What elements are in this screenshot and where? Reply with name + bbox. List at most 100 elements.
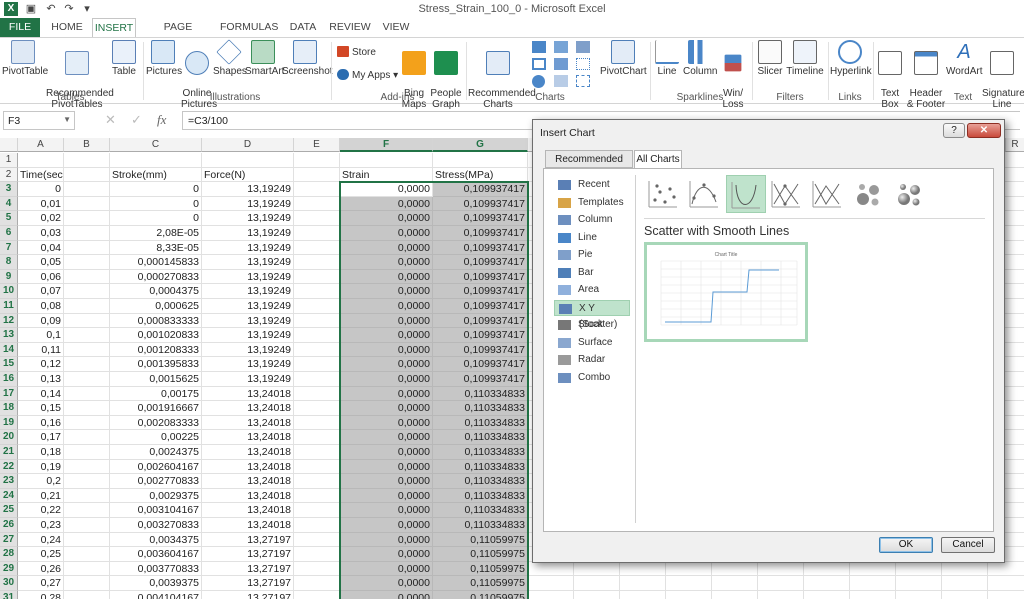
empty-cell[interactable] <box>620 561 666 577</box>
subtype-scatter-smooth-markers[interactable] <box>685 175 725 213</box>
cell-E23[interactable] <box>294 474 340 489</box>
cell-F14[interactable]: 0,0000 <box>340 342 433 358</box>
cell-G10[interactable]: 0,109937417 <box>433 284 528 299</box>
cell-D7[interactable]: 13,19249 <box>202 240 294 256</box>
cell-A1[interactable] <box>18 153 64 168</box>
cell-D2[interactable]: Force(N) <box>202 167 294 183</box>
table-button[interactable]: Table <box>110 40 138 77</box>
cell-F18[interactable]: 0,0000 <box>340 401 433 416</box>
cell-D8[interactable]: 13,19249 <box>202 255 294 270</box>
cell-E5[interactable] <box>294 211 340 226</box>
chart-type-recent[interactable]: Recent <box>554 177 630 193</box>
cell-B4[interactable] <box>64 196 110 212</box>
cell-E26[interactable] <box>294 518 340 533</box>
cell-G21[interactable]: 0,110334833 <box>433 445 528 460</box>
cell-C15[interactable]: 0,001395833 <box>110 357 202 372</box>
cell-C21[interactable]: 0,0024375 <box>110 445 202 460</box>
cell-F23[interactable]: 0,0000 <box>340 474 433 489</box>
cell-B12[interactable] <box>64 313 110 329</box>
cell-A8[interactable]: 0,05 <box>18 255 64 270</box>
empty-cell[interactable] <box>988 591 1024 599</box>
sparkline-line-button[interactable]: Line <box>652 40 682 77</box>
chart-type-area[interactable]: Area <box>554 282 630 298</box>
empty-cell[interactable] <box>574 591 620 599</box>
cell-C14[interactable]: 0,001208333 <box>110 342 202 358</box>
cell-A12[interactable]: 0,09 <box>18 313 64 329</box>
cell-G26[interactable]: 0,110334833 <box>433 518 528 533</box>
cell-D17[interactable]: 13,24018 <box>202 386 294 402</box>
empty-cell[interactable] <box>942 561 988 577</box>
cell-A11[interactable]: 0,08 <box>18 299 64 314</box>
cell-C13[interactable]: 0,001020833 <box>110 328 202 343</box>
row-header[interactable]: 9 <box>0 269 18 285</box>
cell-B9[interactable] <box>64 269 110 285</box>
pie-chart-icon[interactable] <box>532 75 545 88</box>
column-chart-icon[interactable] <box>532 41 546 53</box>
cell-E27[interactable] <box>294 532 340 548</box>
cell-G8[interactable]: 0,109937417 <box>433 255 528 270</box>
cell-F30[interactable]: 0,0000 <box>340 576 433 591</box>
cell-F11[interactable]: 0,0000 <box>340 299 433 314</box>
cell-F27[interactable]: 0,0000 <box>340 532 433 548</box>
cell-B11[interactable] <box>64 299 110 314</box>
chart-type-x-y-scatter[interactable]: X Y (Scatter) <box>554 299 630 330</box>
cell-E9[interactable] <box>294 269 340 285</box>
cell-E6[interactable] <box>294 226 340 241</box>
statistic-chart-icon[interactable] <box>554 58 568 70</box>
empty-cell[interactable] <box>850 576 896 591</box>
cell-E15[interactable] <box>294 357 340 372</box>
cell-A4[interactable]: 0,01 <box>18 196 64 212</box>
row-header[interactable]: 29 <box>0 561 18 577</box>
row-header[interactable]: 21 <box>0 445 18 460</box>
subtype-scatter-smooth-lines[interactable] <box>726 175 766 213</box>
row-header[interactable]: 18 <box>0 401 18 416</box>
cell-D1[interactable] <box>202 153 294 168</box>
cell-A7[interactable]: 0,04 <box>18 240 64 256</box>
cell-D10[interactable]: 13,19249 <box>202 284 294 299</box>
tab-insert[interactable]: INSERT <box>92 18 136 38</box>
cell-A28[interactable]: 0,25 <box>18 547 64 562</box>
empty-cell[interactable] <box>988 562 1024 577</box>
tab-formulas[interactable]: FORMULAS <box>220 18 278 37</box>
cell-A21[interactable]: 0,18 <box>18 445 64 460</box>
tab-review[interactable]: REVIEW <box>328 18 372 37</box>
cell-B28[interactable] <box>64 547 110 562</box>
cell-A6[interactable]: 0,03 <box>18 226 64 241</box>
cell-C10[interactable]: 0,0004375 <box>110 284 202 299</box>
row-header[interactable]: 28 <box>0 547 18 562</box>
cell-C12[interactable]: 0,000833333 <box>110 313 202 329</box>
name-box-dropdown-icon[interactable]: ▼ <box>63 115 71 124</box>
cell-B29[interactable] <box>64 561 110 577</box>
cell-E1[interactable] <box>294 153 340 168</box>
cell-C4[interactable]: 0 <box>110 196 202 212</box>
cell-B19[interactable] <box>64 415 110 431</box>
cell-B30[interactable] <box>64 576 110 591</box>
name-box[interactable]: F3 ▼ <box>3 111 75 130</box>
cell-E22[interactable] <box>294 459 340 475</box>
cell-E20[interactable] <box>294 430 340 445</box>
row-header[interactable]: 24 <box>0 488 18 504</box>
cell-E4[interactable] <box>294 196 340 212</box>
empty-cell[interactable] <box>896 591 942 599</box>
cell-C29[interactable]: 0,003770833 <box>110 561 202 577</box>
cell-E11[interactable] <box>294 299 340 314</box>
row-header[interactable]: 7 <box>0 240 18 256</box>
empty-cell[interactable] <box>850 561 896 577</box>
row-header[interactable]: 5 <box>0 211 18 226</box>
cell-C23[interactable]: 0,002770833 <box>110 474 202 489</box>
cell-E30[interactable] <box>294 576 340 591</box>
cell-B13[interactable] <box>64 328 110 343</box>
row-header[interactable]: 11 <box>0 299 18 314</box>
chart-type-stock[interactable]: Stock <box>554 317 630 333</box>
subtype-scatter-straight-markers[interactable] <box>767 175 807 213</box>
cell-E10[interactable] <box>294 284 340 299</box>
people-graph-button[interactable]: People Graph <box>430 40 462 110</box>
cell-G4[interactable]: 0,109937417 <box>433 196 528 212</box>
cell-E14[interactable] <box>294 342 340 358</box>
cell-C27[interactable]: 0,0034375 <box>110 532 202 548</box>
cell-C30[interactable]: 0,0039375 <box>110 576 202 591</box>
cell-D14[interactable]: 13,19249 <box>202 342 294 358</box>
cell-F1[interactable] <box>340 153 433 168</box>
cell-C5[interactable]: 0 <box>110 211 202 226</box>
pivottable-button[interactable]: PivotTable <box>2 40 48 77</box>
